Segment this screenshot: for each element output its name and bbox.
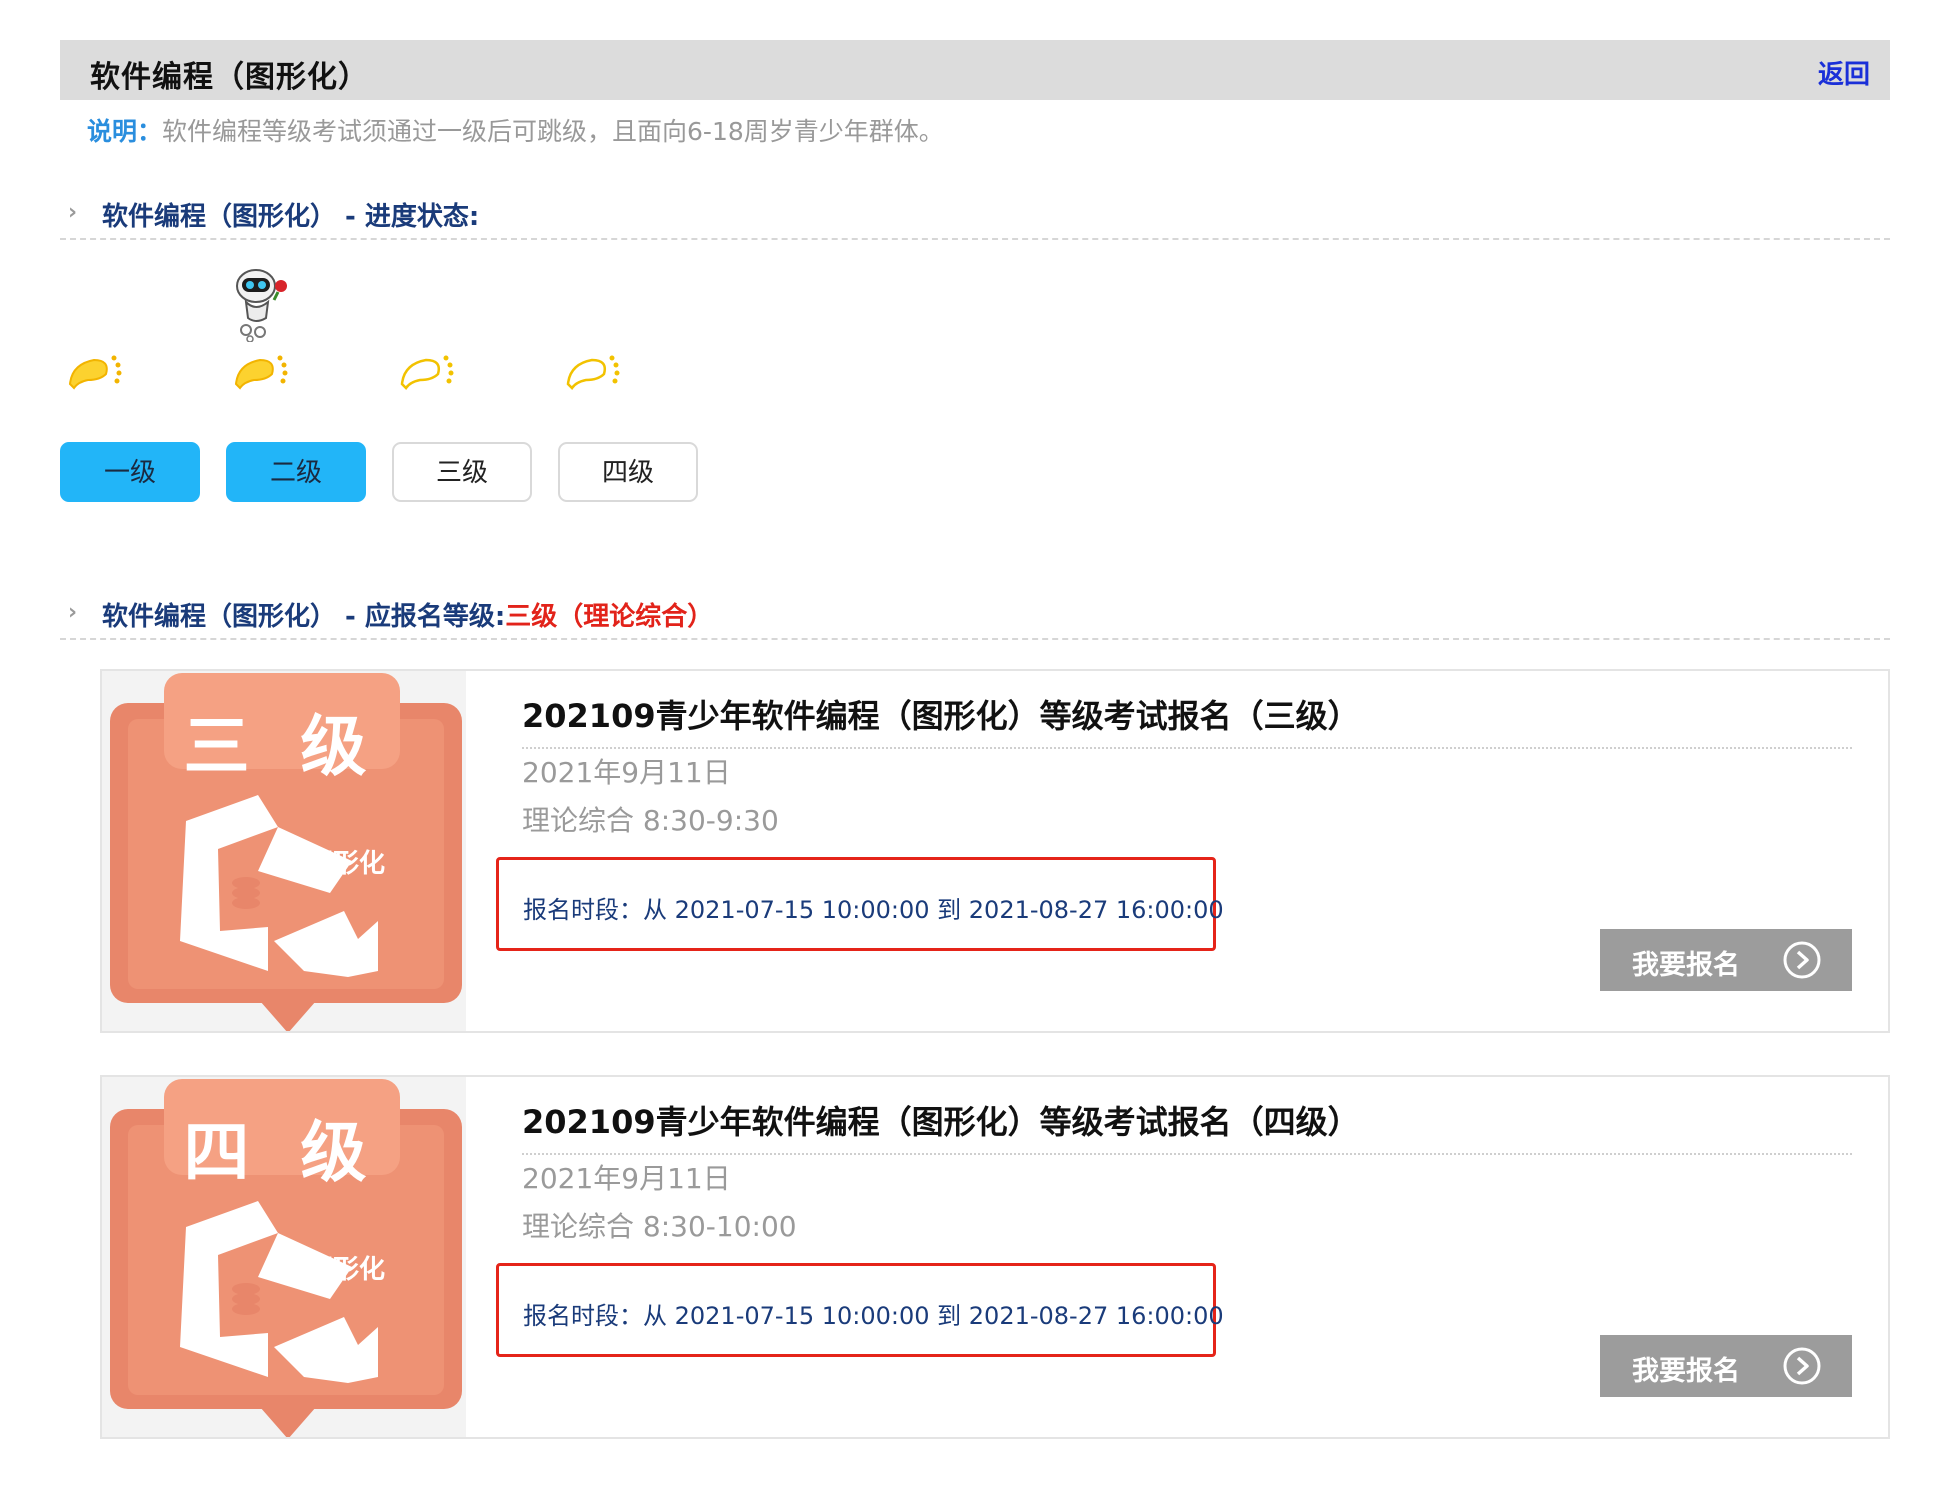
exam-title: 202109青少年软件编程（图形化）等级考试报名（三级） <box>522 691 1852 749</box>
description: 说明：软件编程等级考试须通过一级后可跳级，且面向6-18周岁青少年群体。 <box>87 112 944 148</box>
registration-period-box: 报名时段：从 2021-07-15 10:00:00 到 2021-08-27 … <box>496 1263 1224 1357</box>
robot-mascot-icon <box>236 269 287 342</box>
chevron-right-icon: › <box>68 600 78 625</box>
apply-section-label: 软件编程（图形化） - 应报名等级: <box>102 602 506 632</box>
chevron-right-icon: › <box>68 200 78 225</box>
level-button-4[interactable]: 四级 <box>558 442 698 502</box>
signup-button[interactable]: 我要报名 <box>1600 1335 1852 1397</box>
apply-section-title: 软件编程（图形化） - 应报名等级:三级（理论综合） <box>102 596 713 633</box>
apply-level-highlight: 三级（理论综合） <box>505 602 714 632</box>
exam-session: 理论综合 8:30-10:00 <box>522 1210 797 1243</box>
badge-level-text: 三 级 <box>183 708 381 785</box>
exam-date: 2021年9月11日 <box>522 756 731 789</box>
play-circle-icon <box>1783 1347 1821 1385</box>
footprint-icon <box>566 355 620 390</box>
exam-session: 理论综合 8:30-9:30 <box>522 804 779 837</box>
level-button-2[interactable]: 二级 <box>226 442 366 502</box>
exam-card: 四 级 图形化 202109青少年软件编程（图形化）等级考试报名（四级） 202… <box>100 1075 1890 1439</box>
footprint-icon <box>234 355 288 390</box>
level-button-3[interactable]: 三级 <box>392 442 532 502</box>
progress-section-header: › 软件编程（图形化） - 进度状态: <box>60 194 1890 240</box>
exam-title: 202109青少年软件编程（图形化）等级考试报名（四级） <box>522 1097 1852 1155</box>
back-link[interactable]: 返回 <box>1818 54 1870 91</box>
exam-badge: 四 级 图形化 <box>102 1077 466 1437</box>
description-text: 软件编程等级考试须通过一级后可跳级，且面向6-18周岁青少年群体。 <box>162 117 944 146</box>
apply-section-header: › 软件编程（图形化） - 应报名等级:三级（理论综合） <box>60 594 1890 640</box>
registration-period: 报名时段：从 2021-07-15 10:00:00 到 2021-08-27 … <box>523 1302 1224 1330</box>
signup-button[interactable]: 我要报名 <box>1600 929 1852 991</box>
progress-section-title: 软件编程（图形化） - 进度状态: <box>102 202 480 232</box>
badge-level-text: 四 级 <box>183 1114 381 1191</box>
play-circle-icon <box>1783 941 1821 979</box>
page-title: 软件编程（图形化） <box>90 60 369 95</box>
level-button-1[interactable]: 一级 <box>60 442 200 502</box>
exam-date: 2021年9月11日 <box>522 1162 731 1195</box>
header-bar: 软件编程（图形化） 返回 <box>60 40 1890 100</box>
exam-card: 三 级 图形化 202109青少年软件编程（图形化）等级考试报名（三级） 202… <box>100 669 1890 1033</box>
badge-brand-text: 图形化 <box>307 1255 386 1285</box>
signup-button-label: 我要报名 <box>1632 1356 1740 1387</box>
footprint-icon <box>400 355 454 390</box>
registration-period: 报名时段：从 2021-07-15 10:00:00 到 2021-08-27 … <box>523 896 1224 924</box>
footprint-icon <box>68 355 122 390</box>
signup-button-label: 我要报名 <box>1632 950 1740 981</box>
badge-brand-text: 图形化 <box>307 849 386 879</box>
registration-period-box: 报名时段：从 2021-07-15 10:00:00 到 2021-08-27 … <box>496 857 1224 951</box>
description-label: 说明： <box>87 117 163 146</box>
exam-badge: 三 级 图形化 <box>102 671 466 1031</box>
